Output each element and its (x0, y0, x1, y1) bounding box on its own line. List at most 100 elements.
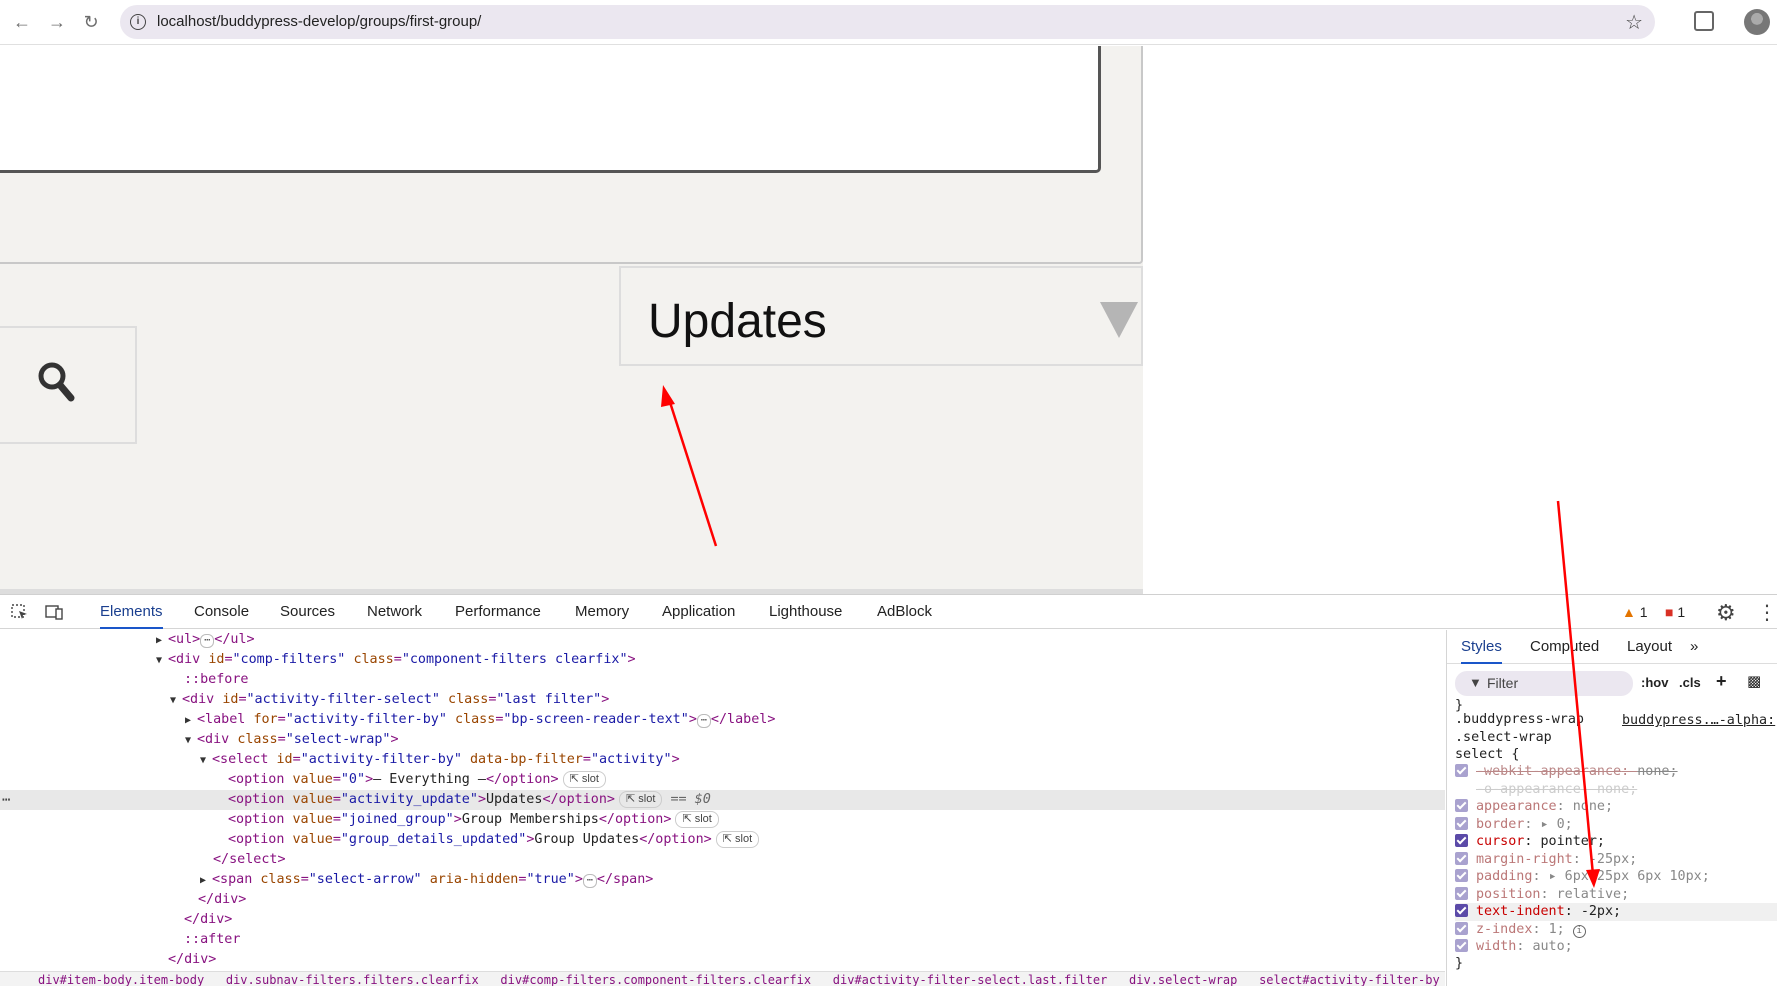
site-info-icon[interactable]: i (130, 14, 146, 30)
expand-arrow-icon[interactable]: ▶ (185, 711, 197, 731)
css-declaration[interactable]: cursor: pointer; (1455, 833, 1777, 851)
slot-badge[interactable]: ⇱ slot (619, 791, 663, 808)
url-text[interactable]: localhost/buddypress-develop/groups/firs… (157, 13, 481, 30)
tab-styles[interactable]: Styles (1461, 630, 1502, 664)
declaration-checkbox[interactable] (1455, 834, 1468, 847)
css-declaration[interactable]: border: ▸ 0; (1455, 816, 1777, 834)
collapse-arrow-icon[interactable]: ▼ (156, 651, 168, 671)
declaration-checkbox[interactable] (1455, 904, 1468, 917)
tab-lighthouse[interactable]: Lighthouse (769, 595, 842, 629)
declaration-checkbox[interactable] (1455, 764, 1468, 777)
breadcrumb-item[interactable]: div#item-body.item-body (38, 973, 204, 986)
forward-icon[interactable]: → (45, 10, 69, 34)
css-declaration[interactable]: z-index: 1; i (1455, 921, 1777, 939)
slot-badge[interactable]: ⇱ slot (715, 831, 760, 848)
elements-tree[interactable]: ▶ <ul> ⋯ </ul> ▼ <div id="comp-filters" clas… (0, 630, 1445, 970)
dom-node-div-close[interactable]: </div> (0, 890, 1445, 910)
warnings-counter[interactable]: ▲ 1 (1622, 604, 1648, 620)
dom-node-option[interactable]: <option value="group_details_updated">Gr… (0, 830, 1445, 850)
css-declaration[interactable]: margin-right: -25px; (1455, 851, 1777, 869)
dom-node-select[interactable]: ▼ <select id="activity-filter-by" data-bp… (0, 750, 1445, 770)
paint-brush-icon[interactable]: ▩ (1747, 672, 1761, 690)
new-style-rule-icon[interactable]: + (1716, 671, 1727, 692)
tab-memory[interactable]: Memory (575, 595, 629, 629)
slot-badge[interactable]: ⇱ slot (562, 771, 606, 788)
dom-node-comp-filters[interactable]: ▼ <div id="comp-filters" class="component… (0, 650, 1445, 670)
tab-console[interactable]: Console (194, 595, 249, 629)
tab-adblock[interactable]: AdBlock (877, 595, 932, 629)
bookmark-star-icon[interactable]: ☆ (1625, 10, 1643, 35)
css-declaration[interactable]: width: auto; (1455, 938, 1777, 956)
breadcrumb-item[interactable]: div#comp-filters.component-filters.clear… (500, 973, 811, 986)
dom-node-select-arrow-span[interactable]: ▶ <span class="select-arrow" aria-hidden=… (0, 870, 1445, 890)
tab-elements[interactable]: Elements (100, 595, 163, 629)
dom-node-option-selected[interactable]: ⋯ <option value="activity_update">Update… (0, 790, 1445, 810)
declaration-checkbox[interactable] (1455, 886, 1468, 900)
breadcrumb-item[interactable]: div.select-wrap (1129, 973, 1237, 986)
declaration-checkbox[interactable] (1455, 939, 1468, 952)
css-declaration[interactable]: appearance: none; (1455, 798, 1777, 816)
address-bar[interactable]: i localhost/buddypress-develop/groups/fi… (120, 5, 1655, 39)
browser-toolbar: ← → ↻ i localhost/buddypress-develop/gro… (0, 0, 1777, 45)
activity-search-box[interactable] (0, 326, 137, 444)
css-declaration[interactable]: -o-appearance: none; (1455, 781, 1777, 799)
extensions-icon[interactable] (1694, 11, 1714, 31)
inspect-element-icon[interactable] (11, 604, 29, 620)
breadcrumb-item[interactable]: div#activity-filter-select.last.filter (833, 973, 1108, 986)
more-tabs-icon[interactable]: » (1690, 630, 1698, 664)
css-declaration[interactable]: -webkit-appearance: none; (1455, 763, 1777, 781)
css-declaration[interactable]: padding: ▸ 6px 25px 6px 10px; (1455, 868, 1777, 886)
devtools-toolbar: Elements Console Sources Network Perform… (0, 595, 1777, 629)
tab-sources[interactable]: Sources (280, 595, 335, 629)
breadcrumb-item[interactable]: div.subnav-filters.filters.clearfix (226, 973, 479, 986)
dom-node-option[interactable]: <option value="joined_group">Group Membe… (0, 810, 1445, 830)
info-icon[interactable]: i (1572, 924, 1586, 938)
activity-filter-select[interactable]: Updates (619, 266, 1143, 366)
dom-node-after[interactable]: ::after (0, 930, 1445, 950)
dom-node-ul[interactable]: ▶ <ul> ⋯ </ul> (0, 630, 1445, 650)
expand-arrow-icon[interactable]: ▶ (156, 631, 168, 651)
tab-layout[interactable]: Layout (1627, 630, 1672, 664)
collapse-arrow-icon[interactable]: ▼ (185, 731, 197, 751)
tab-computed[interactable]: Computed (1530, 630, 1599, 664)
css-source-link[interactable]: buddypress.…-alpha: (1622, 713, 1775, 728)
declaration-checkbox[interactable] (1455, 816, 1468, 830)
expand-arrow-icon[interactable]: ▶ (200, 871, 212, 891)
post-form-textarea[interactable] (0, 46, 1101, 173)
hover-state-button[interactable]: :hov (1641, 675, 1668, 690)
dom-node-div-close[interactable]: </div> (0, 950, 1445, 970)
css-declaration-highlighted[interactable]: text-indent: -2px; (1455, 903, 1777, 921)
settings-gear-icon[interactable]: ⚙ (1716, 600, 1736, 626)
node-actions-icon[interactable]: ⋯ (2, 790, 10, 810)
reload-icon[interactable]: ↻ (79, 10, 103, 34)
activity-filter-value[interactable]: Updates (648, 294, 827, 349)
dom-node-before[interactable]: ::before (0, 670, 1445, 690)
select-arrow-icon (1100, 302, 1138, 338)
tab-network[interactable]: Network (367, 595, 422, 629)
tab-performance[interactable]: Performance (455, 595, 541, 629)
back-icon[interactable]: ← (10, 10, 34, 34)
profile-avatar[interactable] (1744, 9, 1770, 35)
tab-application[interactable]: Application (662, 595, 735, 629)
declaration-checkbox[interactable] (1455, 799, 1468, 812)
css-declaration[interactable]: position: relative; (1455, 886, 1777, 904)
declaration-checkbox[interactable] (1455, 921, 1468, 935)
declaration-checkbox[interactable] (1455, 851, 1468, 865)
class-toggle-button[interactable]: .cls (1679, 675, 1701, 690)
declaration-checkbox[interactable] (1455, 869, 1468, 882)
dom-node-select-wrap[interactable]: ▼ <div class="select-wrap"> (0, 730, 1445, 750)
collapse-arrow-icon[interactable]: ▼ (200, 751, 212, 771)
dom-node-activity-filter-select[interactable]: ▼ <div id="activity-filter-select" class=… (0, 690, 1445, 710)
dom-node-label[interactable]: ▶ <label for="activity-filter-by" class="… (0, 710, 1445, 730)
slot-badge[interactable]: ⇱ slot (675, 811, 719, 828)
search-icon[interactable] (37, 360, 75, 404)
device-toolbar-icon[interactable] (45, 604, 63, 620)
breadcrumb-item[interactable]: select#activity-filter-by (1259, 973, 1440, 986)
dom-node-option[interactable]: <option value="0">— Everything —</option… (0, 770, 1445, 790)
dom-node-select-close[interactable]: </select> (0, 850, 1445, 870)
warnings-count: 1 (1639, 604, 1648, 620)
dom-node-div-close[interactable]: </div> (0, 910, 1445, 930)
collapse-arrow-icon[interactable]: ▼ (170, 691, 182, 711)
more-options-icon[interactable]: ⋮ (1757, 600, 1777, 625)
errors-counter[interactable]: ■ 1 (1665, 604, 1685, 620)
